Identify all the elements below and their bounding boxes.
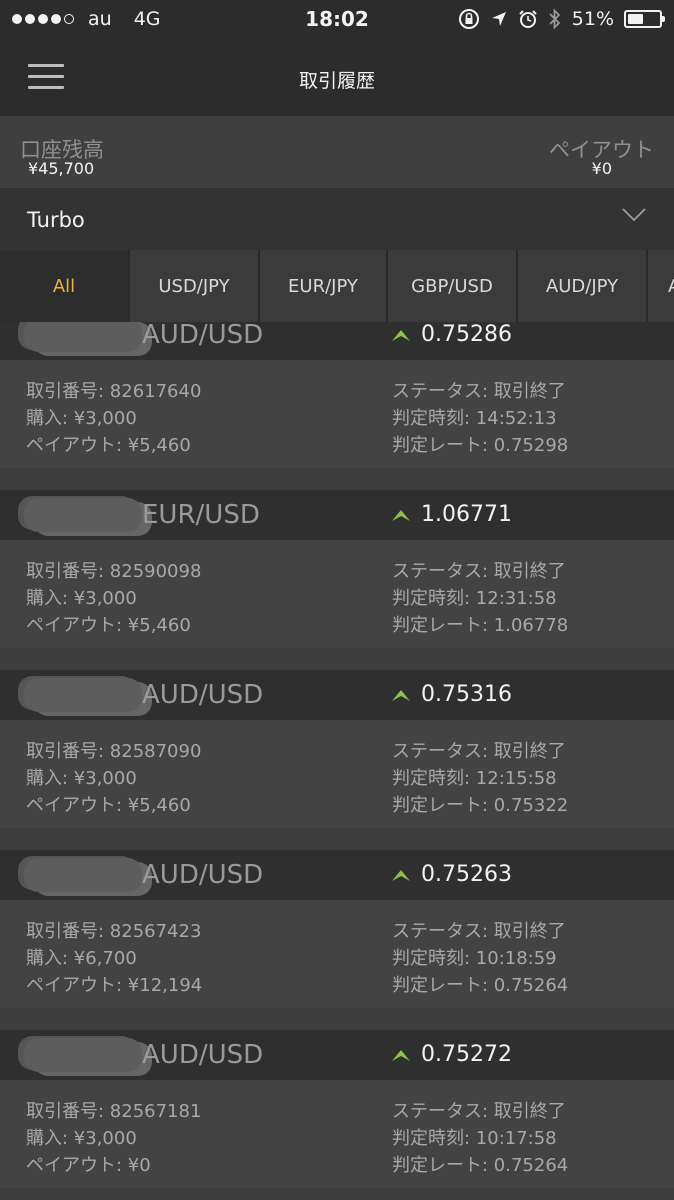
entry-rate: 0.75286: [421, 322, 512, 347]
currency-pair: EUR/USD: [142, 500, 260, 530]
trade-details: 取引番号: 82587090 購入: ¥3,000 ペイアウト: ¥5,460 …: [0, 720, 674, 828]
trade-header: AUD/USD 0.75263: [0, 850, 674, 900]
tab-more[interactable]: A: [646, 250, 674, 322]
trade-id: 取引番号: 82567423: [26, 921, 202, 942]
currency-pair: AUD/USD: [142, 860, 264, 890]
battery-fill: [628, 14, 643, 24]
trade-header: EUR/USD 1.06771: [0, 490, 674, 540]
entry-rate: 0.75316: [421, 682, 512, 707]
battery-icon: [624, 10, 665, 28]
trade-details: 取引番号: 82567423 購入: ¥6,700 ペイアウト: ¥12,194…: [0, 900, 674, 1008]
trade-details: 取引番号: 82567181 購入: ¥3,000 ペイアウト: ¥0 ステータ…: [0, 1080, 674, 1188]
redacted-date: [24, 322, 142, 352]
trade-status: ステータス: 取引終了: [392, 921, 566, 942]
trade-id: 取引番号: 82617640: [26, 381, 202, 402]
currency-pair: AUD/USD: [142, 680, 264, 710]
product-selector[interactable]: Turbo: [0, 188, 674, 250]
trade-status: ステータス: 取引終了: [392, 561, 566, 582]
up-arrow-icon: [392, 1050, 410, 1061]
trade-purchase: 購入: ¥3,000: [26, 408, 137, 429]
app-header: 取引履歴: [0, 40, 674, 116]
trade-status: ステータス: 取引終了: [392, 1101, 566, 1122]
entry-rate: 1.06771: [421, 502, 512, 527]
trade-item[interactable]: AUD/USD 0.75316 取引番号: 82587090 購入: ¥3,00…: [0, 670, 674, 850]
status-bar: au 4G 18:02 51%: [0, 0, 674, 40]
trade-purchase: 購入: ¥3,000: [26, 768, 137, 789]
trade-judge-rate: 判定レート: 0.75264: [392, 975, 569, 996]
trade-status: ステータス: 取引終了: [392, 741, 566, 762]
trade-item[interactable]: AUD/USD 0.75286 取引番号: 82617640 購入: ¥3,00…: [0, 322, 674, 490]
trade-item[interactable]: AUD/USD 0.75272 取引番号: 82567181 購入: ¥3,00…: [0, 1030, 674, 1200]
balance-bar: 口座残高 ¥45,700 ペイアウト ¥0: [0, 116, 674, 188]
up-arrow-icon: [392, 330, 410, 341]
chevron-down-icon: [622, 208, 646, 222]
trade-judge-time: 判定時刻: 14:52:13: [392, 408, 557, 429]
trade-judge-time: 判定時刻: 12:31:58: [392, 588, 557, 609]
page-title: 取引履歴: [298, 70, 375, 92]
trade-payout: ペイアウト: ¥0: [26, 1155, 151, 1176]
trade-judge-time: 判定時刻: 12:15:58: [392, 768, 557, 789]
redacted-date: [24, 498, 142, 532]
trade-judge-time: 判定時刻: 10:17:58: [392, 1128, 557, 1149]
trade-header: AUD/USD 0.75286: [0, 322, 674, 360]
up-arrow-icon: [392, 510, 410, 521]
trade-item[interactable]: AUD/USD 0.75263 取引番号: 82567423 購入: ¥6,70…: [0, 850, 674, 1030]
trade-status: ステータス: 取引終了: [392, 381, 566, 402]
trade-purchase: 購入: ¥3,000: [26, 1128, 137, 1149]
entry-rate: 0.75272: [421, 1042, 512, 1067]
tab-gbp-usd[interactable]: GBP/USD: [386, 250, 516, 322]
trade-purchase: 購入: ¥6,700: [26, 948, 137, 969]
trade-payout: ペイアウト: ¥5,460: [26, 435, 191, 456]
tab-aud-jpy[interactable]: AUD/JPY: [516, 250, 646, 322]
trade-header: AUD/USD 0.75316: [0, 670, 674, 720]
alarm-icon: [519, 10, 537, 28]
redacted-date: [24, 1038, 142, 1072]
trade-payout: ペイアウト: ¥5,460: [26, 795, 191, 816]
redacted-date: [24, 858, 142, 892]
redacted-date: [24, 678, 142, 712]
trade-payout: ペイアウト: ¥5,460: [26, 615, 191, 636]
trade-history-list[interactable]: AUD/USD 0.75286 取引番号: 82617640 購入: ¥3,00…: [0, 322, 674, 1200]
currency-pair: AUD/USD: [142, 1040, 264, 1070]
trade-header: AUD/USD 0.75272: [0, 1030, 674, 1080]
trade-judge-time: 判定時刻: 10:18:59: [392, 948, 557, 969]
trade-details: 取引番号: 82590098 購入: ¥3,000 ペイアウト: ¥5,460 …: [0, 540, 674, 648]
product-selector-label: Turbo: [27, 208, 85, 232]
trade-judge-rate: 判定レート: 0.75264: [392, 1155, 569, 1176]
bluetooth-icon: [549, 8, 561, 30]
tab-usd-jpy[interactable]: USD/JPY: [128, 250, 258, 322]
tab-eur-jpy[interactable]: EUR/JPY: [258, 250, 386, 322]
status-right: 51%: [458, 8, 665, 30]
trade-id: 取引番号: 82590098: [26, 561, 202, 582]
orientation-lock-icon: [458, 9, 479, 29]
up-arrow-icon: [392, 870, 410, 881]
trade-id: 取引番号: 82567181: [26, 1101, 202, 1122]
up-arrow-icon: [392, 690, 410, 701]
trade-id: 取引番号: 82587090: [26, 741, 202, 762]
trade-judge-rate: 判定レート: 0.75322: [392, 795, 569, 816]
location-icon: [491, 12, 506, 26]
trade-item[interactable]: EUR/USD 1.06771 取引番号: 82590098 購入: ¥3,00…: [0, 490, 674, 670]
payout-value: ¥0: [591, 159, 612, 178]
trade-payout: ペイアウト: ¥12,194: [26, 975, 203, 996]
account-balance-value: ¥45,700: [28, 159, 95, 178]
currency-tabs: All USD/JPY EUR/JPY GBP/USD AUD/JPY A: [0, 250, 674, 322]
tab-all[interactable]: All: [0, 250, 128, 322]
trade-details: 取引番号: 82617640 購入: ¥3,000 ペイアウト: ¥5,460 …: [0, 360, 674, 468]
trade-judge-rate: 判定レート: 0.75298: [392, 435, 569, 456]
trade-purchase: 購入: ¥3,000: [26, 588, 137, 609]
entry-rate: 0.75263: [421, 862, 512, 887]
battery-percent: 51%: [571, 8, 614, 30]
trade-judge-rate: 判定レート: 1.06778: [392, 615, 569, 636]
currency-pair: AUD/USD: [142, 322, 264, 350]
